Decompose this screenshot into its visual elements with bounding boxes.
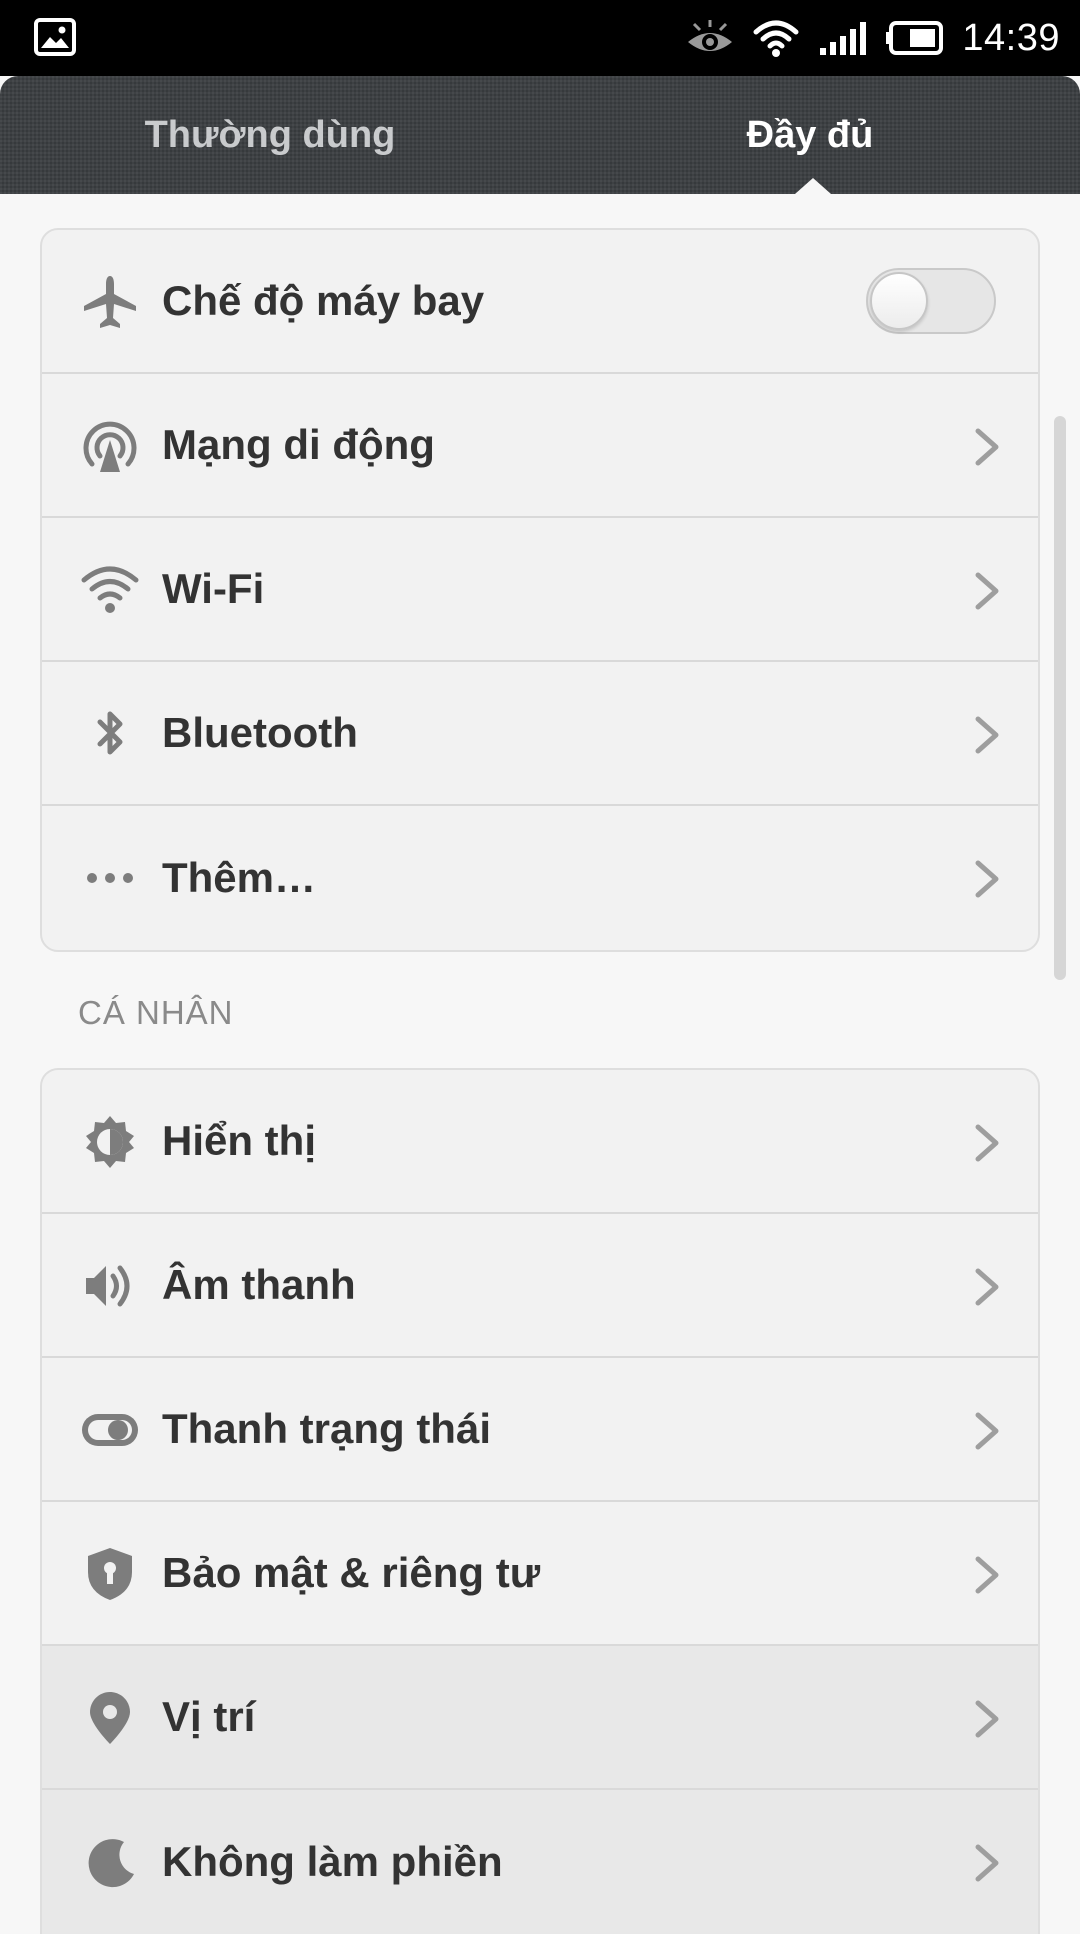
settings-row-label: Thêm… bbox=[162, 854, 317, 901]
settings-row-label: Thanh trạng thái bbox=[162, 1405, 491, 1452]
wifi-icon bbox=[753, 20, 799, 57]
eye-icon bbox=[688, 20, 733, 51]
settings-row-label: Không làm phiền bbox=[162, 1838, 503, 1885]
network-settings-group: Chế độ máy bay Mạng di động Wi-Fi Blueto… bbox=[40, 228, 1040, 952]
settings-row-label: Mạng di động bbox=[162, 421, 435, 468]
selected-tab-indicator bbox=[795, 178, 831, 194]
speaker-icon bbox=[86, 1265, 130, 1307]
personal-settings-group: Hiển thị Âm thanh Thanh trạng thái Bảo m… bbox=[40, 1068, 1040, 1934]
bluetooth-icon bbox=[97, 711, 123, 755]
settings-row-wifi[interactable]: Wi-Fi bbox=[42, 518, 1038, 662]
more-dots-icon bbox=[87, 873, 133, 883]
settings-row-security-privacy[interactable]: Bảo mật & riêng tư bbox=[42, 1502, 1038, 1646]
settings-row-label: Bảo mật & riêng tư bbox=[162, 1549, 541, 1596]
battery-icon bbox=[886, 21, 944, 55]
airplane-mode-toggle[interactable] bbox=[866, 268, 996, 334]
chevron-right-icon bbox=[975, 1700, 999, 1738]
chevron-right-icon bbox=[975, 1556, 999, 1594]
chevron-right-icon bbox=[975, 1844, 999, 1882]
settings-row-location[interactable]: Vị trí bbox=[42, 1646, 1038, 1790]
brightness-icon bbox=[86, 1116, 134, 1168]
chevron-right-icon bbox=[975, 572, 999, 610]
wifi-icon bbox=[81, 566, 139, 613]
settings-row-airplane-mode[interactable]: Chế độ máy bay bbox=[42, 230, 1038, 374]
airplane-icon bbox=[84, 276, 136, 328]
settings-row-bluetooth[interactable]: Bluetooth bbox=[42, 662, 1038, 806]
scrollbar[interactable] bbox=[1054, 416, 1066, 980]
section-header-personal: CÁ NHÂN bbox=[78, 994, 234, 1031]
gallery-notification-icon bbox=[34, 18, 76, 56]
settings-row-label: Vị trí bbox=[162, 1693, 256, 1740]
chevron-right-icon bbox=[975, 428, 999, 466]
settings-row-label: Wi-Fi bbox=[162, 565, 265, 612]
chevron-right-icon bbox=[975, 860, 999, 898]
settings-row-status-bar[interactable]: Thanh trạng thái bbox=[42, 1358, 1038, 1502]
tab-thuong-dung[interactable]: Thường dùng bbox=[0, 76, 540, 194]
settings-row-do-not-disturb[interactable]: Không làm phiền bbox=[42, 1790, 1038, 1934]
signal-icon bbox=[820, 22, 867, 55]
settings-row-mobile-network[interactable]: Mạng di động bbox=[42, 374, 1038, 518]
settings-row-label: Chế độ máy bay bbox=[162, 277, 485, 324]
location-pin-icon bbox=[90, 1692, 130, 1744]
settings-row-display[interactable]: Hiển thị bbox=[42, 1070, 1038, 1214]
settings-row-more[interactable]: Thêm… bbox=[42, 806, 1038, 950]
settings-row-label: Hiển thị bbox=[162, 1117, 316, 1164]
clock-time: 14:39 bbox=[962, 16, 1060, 59]
settings-row-label: Bluetooth bbox=[162, 709, 358, 756]
chevron-right-icon bbox=[975, 1124, 999, 1162]
shield-lock-icon bbox=[88, 1548, 132, 1600]
settings-row-sound[interactable]: Âm thanh bbox=[42, 1214, 1038, 1358]
toggle-knob bbox=[870, 272, 928, 330]
chevron-right-icon bbox=[975, 716, 999, 754]
status-bar: 14:39 bbox=[0, 0, 1080, 76]
status-bar-toggle-icon bbox=[82, 1414, 138, 1446]
chevron-right-icon bbox=[975, 1412, 999, 1450]
tab-bar: Thường dùng Đầy đủ bbox=[0, 76, 1080, 194]
moon-icon bbox=[88, 1839, 134, 1888]
tab-day-du[interactable]: Đầy đủ bbox=[540, 76, 1080, 194]
cellular-antenna-icon bbox=[83, 421, 137, 472]
settings-list: Chế độ máy bay Mạng di động Wi-Fi Blueto… bbox=[0, 194, 1080, 1934]
settings-row-label: Âm thanh bbox=[162, 1261, 356, 1308]
chevron-right-icon bbox=[975, 1268, 999, 1306]
